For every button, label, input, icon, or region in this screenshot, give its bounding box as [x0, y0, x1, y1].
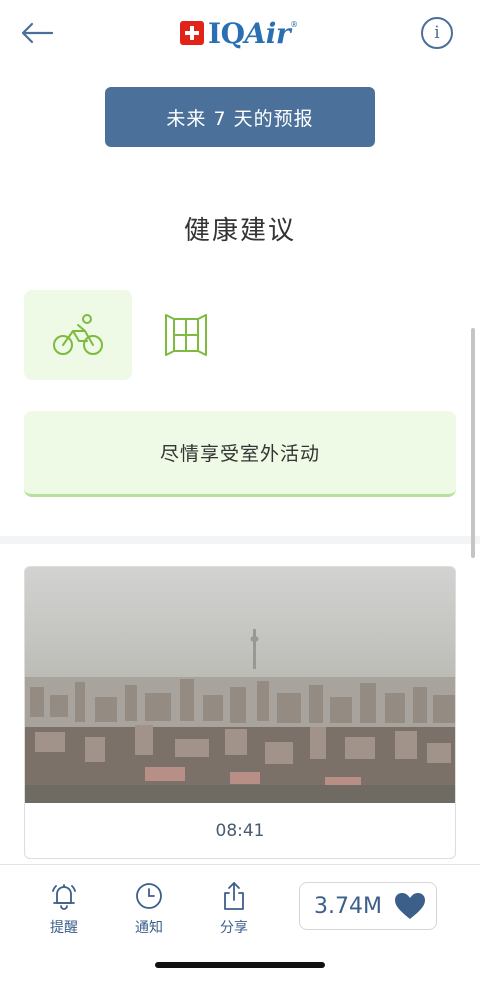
health-recommendations-title: 健康建议 [183, 216, 296, 246]
top-bar: IQAir ® i [0, 0, 480, 66]
health-advice-card: 尽情享受室外活动 [24, 411, 456, 497]
arrow-left-icon [21, 22, 54, 44]
notifications-label: 通知 [135, 920, 163, 936]
share-button[interactable]: 分享 [199, 881, 269, 941]
bicycle-icon [53, 314, 103, 355]
notifications-button[interactable]: 通知 [114, 881, 184, 941]
share-icon [224, 882, 244, 910]
heart-icon [395, 893, 425, 919]
window-icon [165, 314, 207, 356]
alerts-button[interactable]: 提醒 [29, 881, 99, 941]
share-label: 分享 [220, 920, 248, 936]
logo-wordmark: IQAir [208, 16, 291, 50]
bell-icon [52, 884, 76, 910]
open-windows-recommendation[interactable] [140, 290, 232, 380]
section-divider [0, 536, 480, 544]
city-photo-card[interactable]: 08:41 [24, 566, 456, 859]
scrollbar[interactable] [471, 328, 475, 558]
swiss-flag-icon [180, 21, 204, 45]
back-button[interactable] [20, 16, 60, 50]
photo-timestamp: 08:41 [215, 821, 265, 841]
clock-icon [136, 883, 162, 909]
info-button[interactable]: i [421, 17, 453, 49]
home-indicator[interactable] [155, 962, 325, 968]
forecast-7-days-button[interactable]: 未来 7 天的预报 [105, 87, 375, 147]
city-skyline-photo [25, 567, 455, 803]
like-button[interactable]: 3.74M [299, 882, 437, 930]
logo-registered-mark: ® [290, 20, 299, 29]
like-count: 3.74M [314, 893, 382, 919]
info-icon: i [434, 23, 440, 43]
outdoor-exercise-recommendation[interactable] [24, 290, 132, 380]
iqair-logo: IQAir ® [180, 16, 298, 50]
alerts-label: 提醒 [50, 920, 78, 936]
